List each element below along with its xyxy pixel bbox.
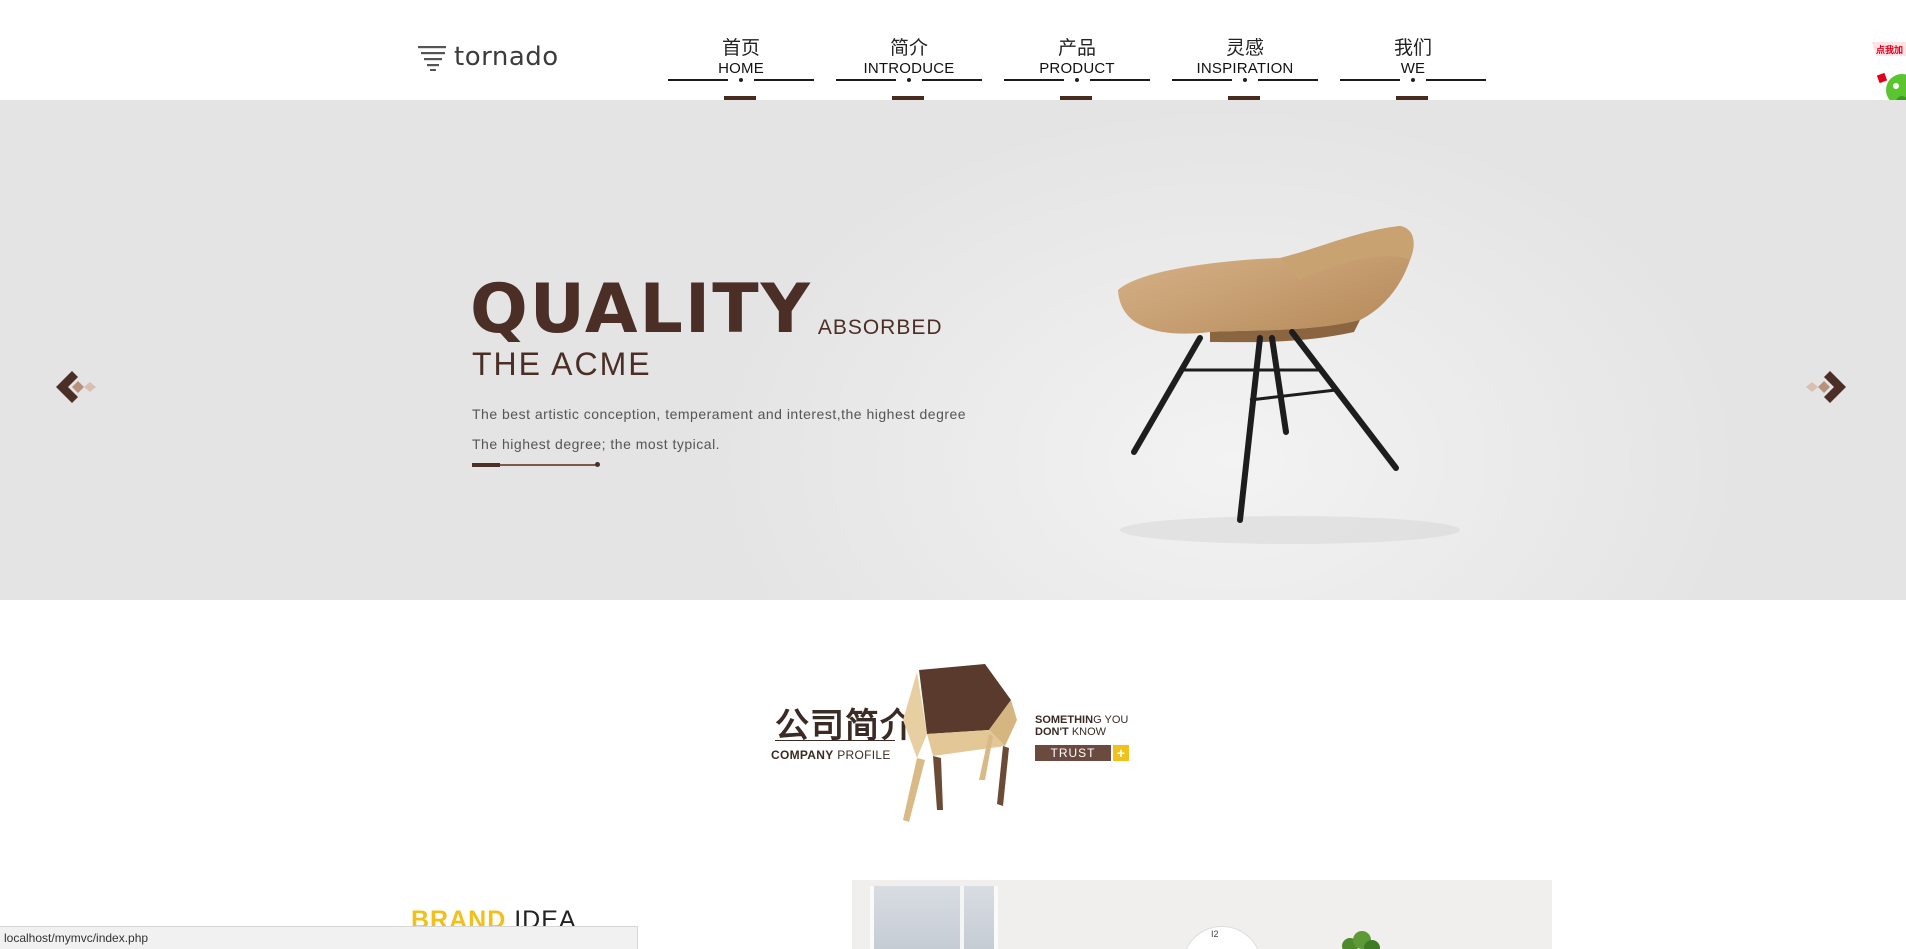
profile-en-bold: COMPANY — [771, 748, 834, 762]
nav-label-cn: 我们 — [1393, 38, 1432, 59]
plus-icon[interactable]: + — [1113, 745, 1129, 761]
nav-label-cn: 首页 — [721, 38, 760, 59]
profile-en-light: PROFILE — [837, 748, 891, 762]
nav-label-en: INSPIRATION — [1196, 60, 1294, 77]
browser-status-bar: localhost/mymvc/index.php — [0, 926, 638, 949]
tornado-logo-icon — [418, 46, 446, 71]
profile-title-en: COMPANY PROFILE — [771, 748, 891, 762]
nav-dot — [907, 78, 911, 82]
nav-label-en: HOME — [718, 60, 764, 77]
tagline-light-1: G YOU — [1093, 714, 1129, 726]
hero-title: QUALITY ABSORBED — [470, 270, 943, 349]
nav-label-cn: 简介 — [889, 38, 928, 59]
slider-prev-button[interactable] — [54, 367, 100, 407]
plant-icon — [1342, 931, 1380, 949]
hero-banner: QUALITY ABSORBED THE ACME The best artis… — [0, 100, 1906, 600]
tagline-light-2: KNOW — [1071, 726, 1107, 738]
nav-dot — [739, 78, 743, 82]
nav-dot — [1243, 78, 1247, 82]
profile-tagline: SOMETHING YOU DON'T KNOW — [1035, 714, 1128, 738]
window-frame — [960, 886, 964, 949]
hero-title-small: ABSORBED — [817, 316, 943, 339]
slider-next-button[interactable] — [1802, 367, 1848, 407]
site-header: tornado 首页 HOME 简介 INTRODUCE 产品 PRODUCT — [0, 0, 1906, 108]
floating-ad-label: 点我加 — [1876, 45, 1904, 55]
main-nav: 首页 HOME 简介 INTRODUCE 产品 PRODUCT 灵感 INSPI… — [668, 38, 1486, 100]
company-profile-heading: 公司简介 COMPANY PROFILE SOMETHING YOU DON'T… — [765, 660, 1145, 830]
hero-text-line-2: The highest degree; the most typical. — [472, 436, 721, 452]
logo-text: tornado — [454, 42, 559, 72]
hero-text-line-1: The best artistic conception, temperamen… — [472, 406, 967, 422]
hero-divider-dot — [595, 462, 600, 467]
clock-text: I2 — [1211, 929, 1219, 939]
nav-item-home[interactable]: 首页 HOME — [668, 38, 814, 100]
nav-label-cn: 灵感 — [1225, 38, 1264, 59]
hero-title-big: QUALITY — [470, 270, 812, 349]
profile-chair-image — [903, 664, 1017, 822]
trust-button[interactable]: TRUST — [1035, 745, 1111, 761]
chevron-right-icon — [1806, 371, 1846, 403]
profile-divider — [775, 740, 895, 741]
tagline-bold-2: DON'T — [1035, 726, 1069, 738]
nav-label-cn: 产品 — [1057, 38, 1096, 59]
nav-item-product[interactable]: 产品 PRODUCT — [1004, 38, 1150, 100]
nav-label-en: WE — [1400, 60, 1426, 77]
hero-subtitle: THE ACME — [472, 346, 652, 382]
nav-item-introduce[interactable]: 简介 INTRODUCE — [836, 38, 982, 100]
tagline-bold-1: SOMETHIN — [1035, 714, 1094, 726]
nav-label-en: INTRODUCE — [863, 60, 955, 77]
wall-clock: I2 — [1182, 926, 1262, 949]
nav-item-inspiration[interactable]: 灵感 INSPIRATION — [1172, 38, 1318, 100]
interior-photo: I2 — [852, 880, 1552, 949]
logo[interactable]: tornado — [418, 42, 559, 72]
nav-dot — [1075, 78, 1079, 82]
hero-divider-accent — [472, 463, 500, 467]
nav-label-en: PRODUCT — [1039, 60, 1115, 77]
window-shape — [870, 886, 998, 949]
nav-item-we[interactable]: 我们 WE — [1340, 38, 1486, 100]
chair-image — [1118, 226, 1460, 544]
chevron-left-icon — [56, 371, 96, 403]
nav-dot — [1411, 78, 1415, 82]
